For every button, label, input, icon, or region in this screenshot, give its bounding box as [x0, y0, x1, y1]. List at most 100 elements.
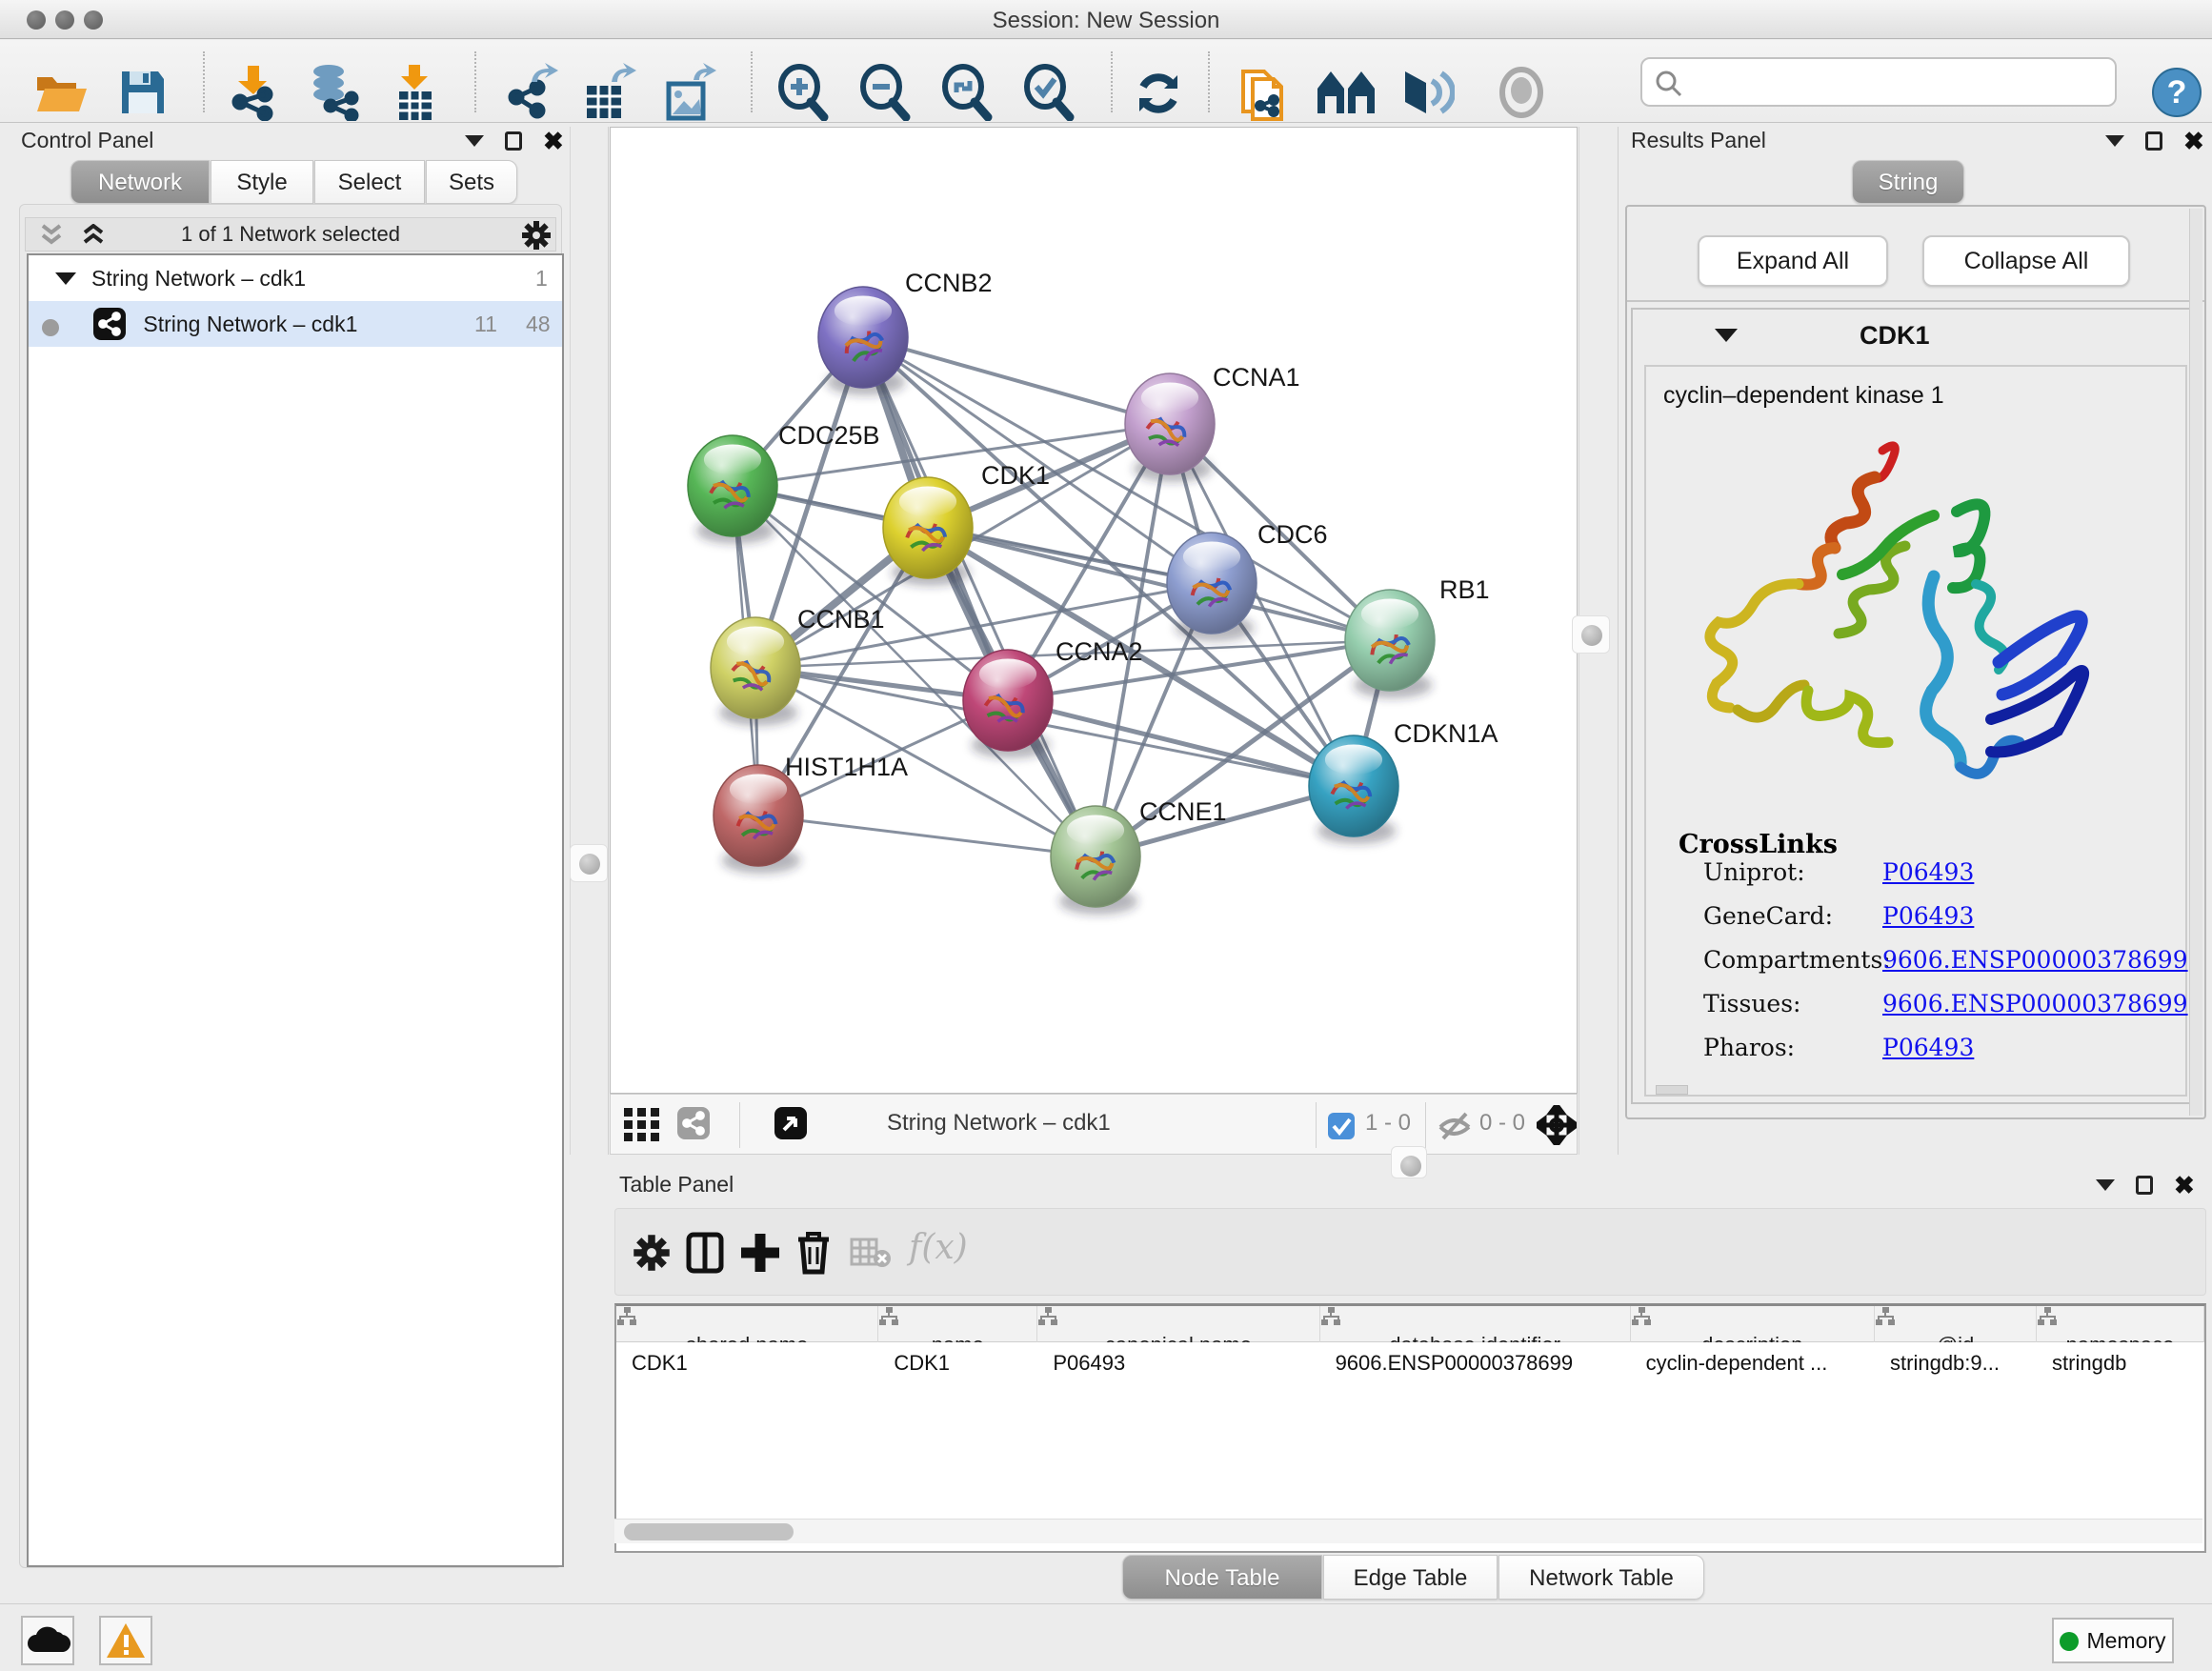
table-cell[interactable]: stringdb:9...: [1875, 1342, 2037, 1384]
tab-sets[interactable]: Sets: [426, 160, 517, 204]
tab-node-table[interactable]: Node Table: [1122, 1555, 1322, 1600]
panel-menu-icon[interactable]: [2105, 135, 2124, 147]
collection-expand-icon[interactable]: [55, 272, 76, 285]
panel-close-icon[interactable]: ✖: [543, 131, 564, 151]
select-columns-icon[interactable]: [686, 1232, 724, 1274]
panel-float-icon[interactable]: [2136, 1176, 2153, 1195]
expand-all-button[interactable]: Expand All: [1698, 235, 1888, 287]
save-session-icon[interactable]: [118, 68, 168, 117]
column-sort-tree-icon: [1875, 1306, 1896, 1327]
crosslink-value-link[interactable]: 9606.ENSP00000378699: [1882, 990, 2188, 1017]
right-splitter-handle[interactable]: [1572, 615, 1610, 654]
panel-menu-icon[interactable]: [465, 135, 484, 147]
tab-network[interactable]: Network: [70, 160, 210, 204]
hide-graphics-details-icon[interactable]: [1398, 66, 1455, 119]
crosslink-value-link[interactable]: P06493: [1882, 902, 1974, 930]
table-cell[interactable]: cyclin-dependent ...: [1631, 1342, 1875, 1384]
results-scrollbar[interactable]: [2189, 209, 2202, 1116]
crosslink-value-link[interactable]: 9606.ENSP00000378699: [1882, 946, 2188, 974]
table-cell[interactable]: stringdb: [2037, 1342, 2204, 1384]
cytoscape-window: Session: New Session: [0, 0, 2212, 1671]
table-cell[interactable]: CDK1: [878, 1342, 1037, 1384]
network-node-HIST1H1A[interactable]: HIST1H1A: [714, 753, 908, 874]
import-network-file-icon[interactable]: [227, 64, 280, 121]
column-header-shared-name[interactable]: shared name: [616, 1306, 878, 1342]
panel-float-icon[interactable]: [2145, 131, 2162, 151]
column-header-canonical-name[interactable]: canonical name: [1037, 1306, 1319, 1342]
network-edge-HIST1H1A-CCNE1[interactable]: [758, 815, 1096, 856]
crosslink-value-link[interactable]: P06493: [1882, 1034, 1974, 1061]
open-session-icon[interactable]: [33, 68, 89, 117]
hidden-eye-slash-icon[interactable]: [1438, 1112, 1472, 1140]
network-node-CDKN1A[interactable]: CDKN1A: [1309, 719, 1498, 844]
tab-string[interactable]: String: [1852, 160, 1964, 204]
crosslink-value-link[interactable]: P06493: [1882, 858, 1974, 886]
import-table-icon[interactable]: [392, 63, 439, 122]
zoom-fit-icon[interactable]: [938, 64, 994, 121]
network-overview-icon[interactable]: [1316, 68, 1377, 117]
panel-float-icon[interactable]: [505, 131, 522, 151]
view-share-icon[interactable]: [677, 1107, 710, 1139]
table-settings-gear-icon[interactable]: [633, 1234, 671, 1272]
crosslink-row: Compartments:9606.ENSP00000378699: [1646, 946, 2189, 990]
panel-menu-icon[interactable]: [2096, 1179, 2115, 1191]
node-label-CDK1: CDK1: [981, 461, 1050, 490]
table-row[interactable]: CDK1CDK1P064939606.ENSP00000378699cyclin…: [616, 1342, 2204, 1384]
column-header-database-identifier[interactable]: database identifier: [1320, 1306, 1631, 1342]
left-splitter[interactable]: [570, 127, 609, 1155]
export-network-icon[interactable]: [505, 63, 558, 122]
tab-style[interactable]: Style: [211, 160, 313, 204]
delete-table-icon[interactable]: [850, 1238, 892, 1268]
node-table[interactable]: shared namenamecanonical namedatabase id…: [614, 1303, 2206, 1553]
network-node-CCNE1[interactable]: CCNE1: [1051, 797, 1227, 915]
column-header-name[interactable]: name: [878, 1306, 1037, 1342]
memory-button[interactable]: Memory: [2052, 1618, 2174, 1663]
column-header--id[interactable]: @id: [1875, 1306, 2037, 1342]
network-node-RB1[interactable]: RB1: [1345, 575, 1490, 698]
refresh-icon[interactable]: [1132, 66, 1185, 119]
panel-close-icon[interactable]: ✖: [2174, 1176, 2195, 1195]
table-cell[interactable]: 9606.ENSP00000378699: [1320, 1342, 1631, 1384]
panel-close-icon[interactable]: ✖: [2183, 131, 2204, 151]
export-table-icon[interactable]: [583, 63, 636, 122]
tab-select[interactable]: Select: [314, 160, 425, 204]
zoom-selected-icon[interactable]: [1020, 64, 1076, 121]
search-input[interactable]: [1640, 57, 2117, 107]
import-network-database-icon[interactable]: [306, 64, 361, 121]
add-column-icon[interactable]: [739, 1232, 781, 1274]
export-image-icon[interactable]: [663, 63, 716, 122]
cloud-button[interactable]: [21, 1616, 74, 1665]
warning-button[interactable]: [99, 1616, 152, 1665]
fit-content-crosshair-icon[interactable]: [1537, 1105, 1577, 1145]
network-row[interactable]: String Network – cdk1 11 48: [29, 301, 562, 347]
zoom-in-icon[interactable]: [774, 64, 830, 121]
table-cell[interactable]: CDK1: [616, 1342, 878, 1384]
collapse-all-networks-icon[interactable]: [37, 224, 66, 247]
tab-edge-table[interactable]: Edge Table: [1323, 1555, 1498, 1600]
show-graphics-details-icon[interactable]: [1497, 66, 1546, 119]
tab-network-table[interactable]: Network Table: [1498, 1555, 1704, 1600]
zoom-out-icon[interactable]: [856, 64, 912, 121]
network-collection-row[interactable]: String Network – cdk1 1: [29, 255, 562, 301]
table-hscrollbar[interactable]: [614, 1519, 2202, 1543]
grid-mode-icon[interactable]: [624, 1108, 660, 1142]
network-options-gear-icon[interactable]: [521, 220, 552, 251]
help-icon[interactable]: ?: [2151, 67, 2202, 118]
duplicate-network-icon[interactable]: [1237, 62, 1291, 123]
network-canvas[interactable]: CCNB2CCNA1CDC25BCDK1CDC6RB1CCNB1CCNA2CDK…: [610, 127, 1578, 1094]
function-builder-icon[interactable]: f(x): [909, 1228, 968, 1267]
birds-eye-view-icon[interactable]: [774, 1107, 807, 1139]
content-hscrollbar[interactable]: [1656, 1085, 1688, 1095]
network-node-CDC6[interactable]: CDC6: [1167, 520, 1328, 641]
section-collapse-icon[interactable]: [1715, 329, 1738, 342]
collapse-all-button[interactable]: Collapse All: [1922, 235, 2130, 287]
network-node-CCNB1[interactable]: CCNB1: [711, 605, 885, 726]
expand-all-networks-icon[interactable]: [79, 224, 108, 247]
cdk1-section-header[interactable]: CDK1: [1633, 310, 2199, 361]
table-cell[interactable]: P06493: [1037, 1342, 1319, 1384]
delete-column-icon[interactable]: [794, 1230, 833, 1276]
column-header-description[interactable]: description: [1631, 1306, 1875, 1342]
left-splitter-handle[interactable]: [570, 844, 608, 882]
column-header-namespace[interactable]: namespace: [2037, 1306, 2204, 1342]
selected-checkbox-icon[interactable]: [1327, 1112, 1356, 1140]
